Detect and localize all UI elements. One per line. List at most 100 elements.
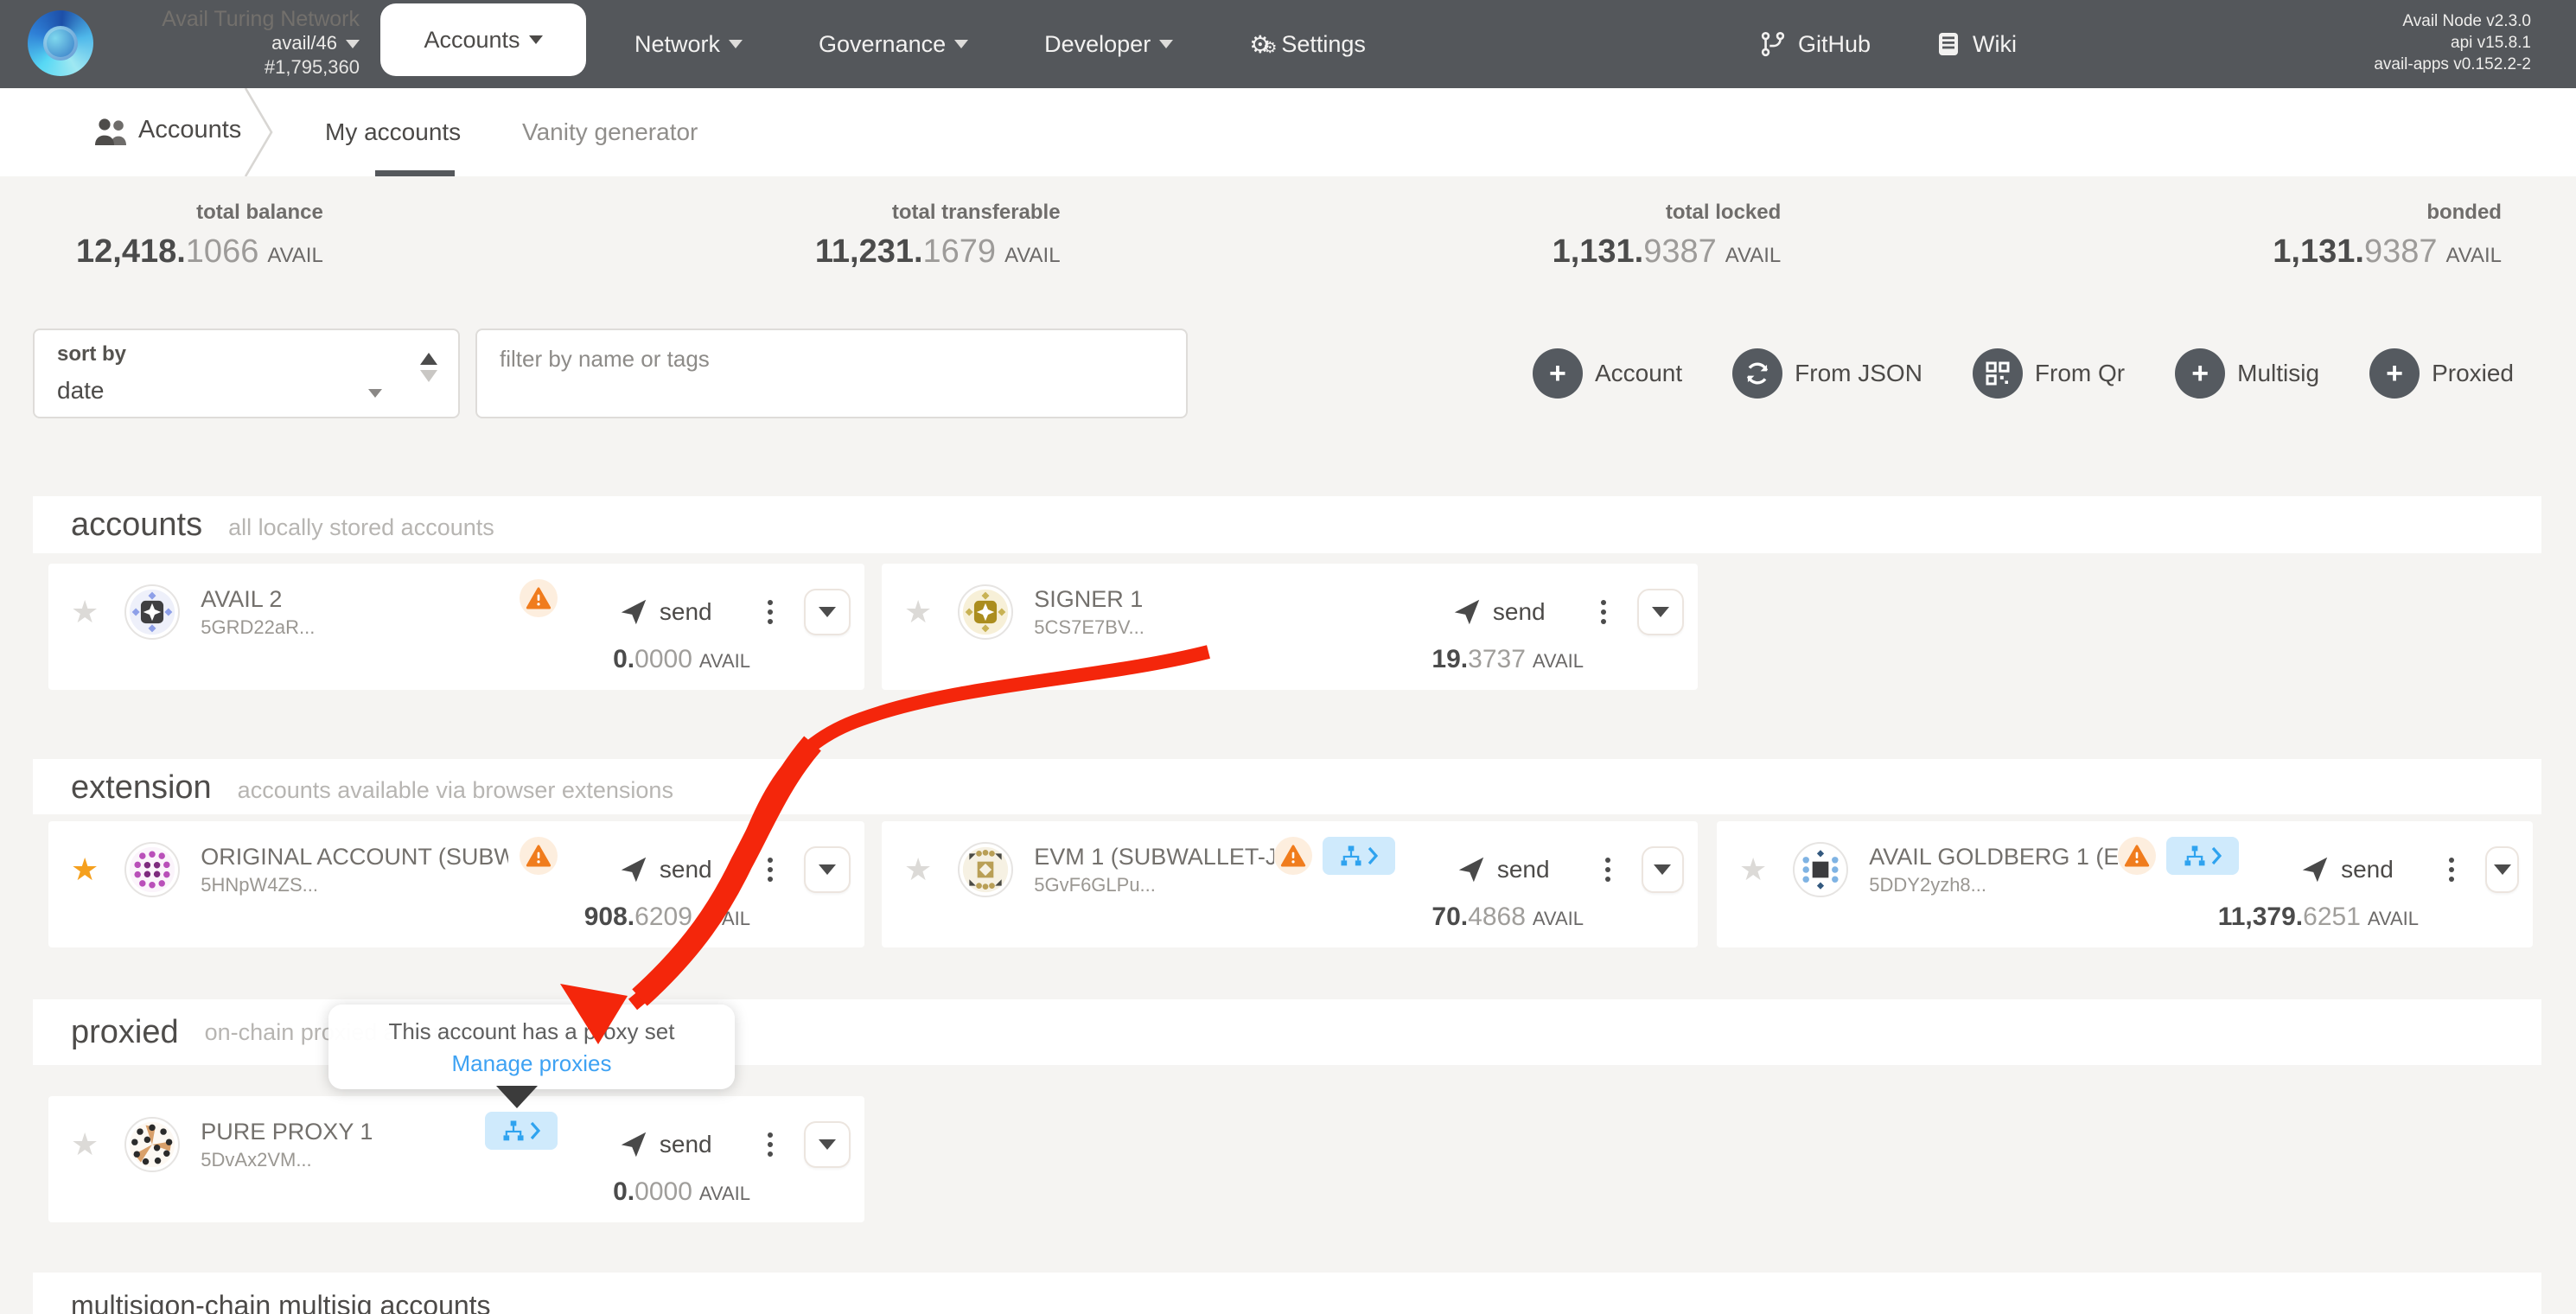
chevron-down-icon <box>2494 864 2511 875</box>
tab-bar: Accounts My accounts Vanity generator <box>0 88 2576 176</box>
balance-summary: total balance 12,418.1066AVAIL total tra… <box>0 201 2576 271</box>
plus-icon: + <box>2175 348 2225 399</box>
chevron-down-icon <box>954 40 968 48</box>
expand-button[interactable] <box>2485 846 2519 893</box>
account-balance: 908.6209AVAIL <box>584 903 750 932</box>
section-label: Accounts <box>138 116 241 144</box>
plus-icon: + <box>2369 348 2420 399</box>
account-name: PURE PROXY 1 <box>201 1119 373 1145</box>
send-plane-icon <box>620 1131 647 1158</box>
proxy-badge[interactable] <box>2166 837 2239 875</box>
add-account-button[interactable]: +Account <box>1533 348 1682 399</box>
account-card: ★ SIGNER 1 5CS7E7BV... send <box>882 564 1698 690</box>
chevron-down-icon <box>819 607 836 617</box>
chevron-right-icon <box>530 1121 540 1140</box>
more-menu-button[interactable] <box>1597 596 1610 628</box>
warning-icon[interactable] <box>2118 837 2156 875</box>
account-card: ★ PURE PROXY 1 5DvAx2VM.. <box>48 1096 864 1222</box>
tooltip-text: This account has a proxy set <box>342 1018 721 1045</box>
restore-json-button[interactable]: From JSON <box>1732 348 1922 399</box>
identicon[interactable] <box>1793 842 1848 897</box>
more-menu-button[interactable] <box>764 854 776 885</box>
plus-icon: + <box>1533 348 1583 399</box>
warning-icon[interactable] <box>520 837 558 875</box>
send-button[interactable]: send <box>620 1131 712 1158</box>
send-button[interactable]: send <box>620 598 712 626</box>
sort-desc-icon <box>420 370 437 382</box>
expand-button[interactable] <box>804 589 851 635</box>
sitemap-icon <box>502 1119 525 1142</box>
menu-developer[interactable]: Developer <box>1044 31 1173 58</box>
accounts-people-icon <box>93 118 131 147</box>
send-button[interactable]: send <box>1457 856 1550 883</box>
tab-vanity-generator[interactable]: Vanity generator <box>522 88 698 176</box>
favorite-star-icon[interactable]: ★ <box>71 596 99 628</box>
send-button[interactable]: send <box>2301 856 2394 883</box>
menu-settings[interactable]: ⚙⚙Settings <box>1249 30 1366 59</box>
send-button[interactable]: send <box>1453 598 1546 626</box>
identicon[interactable] <box>958 584 1013 640</box>
sort-direction-toggle[interactable] <box>420 353 437 382</box>
version-info: Avail Node v2.3.0 api v15.8.1 avail-apps… <box>2374 10 2531 75</box>
favorite-star-icon[interactable]: ★ <box>71 854 99 885</box>
more-menu-button[interactable] <box>2445 854 2458 885</box>
network-info[interactable]: Avail Turing Network avail/46 #1,795,360 <box>104 7 360 80</box>
send-plane-icon <box>620 856 647 883</box>
send-button[interactable]: send <box>620 856 712 883</box>
expand-button[interactable] <box>1642 846 1684 893</box>
expand-button[interactable] <box>804 1121 851 1168</box>
sync-icon <box>1732 348 1782 399</box>
expand-button[interactable] <box>1637 589 1684 635</box>
identicon[interactable] <box>958 842 1013 897</box>
manage-proxies-link[interactable]: Manage proxies <box>342 1050 721 1077</box>
account-card: ★ AVAIL 2 5GRD22aR... <box>48 564 864 690</box>
network-name: Avail Turing Network <box>104 7 360 31</box>
add-multisig-button[interactable]: +Multisig <box>2175 348 2319 399</box>
more-menu-button[interactable] <box>764 596 776 628</box>
account-card: ★ AVAIL GOLDBERG 1 (EXTENSI… 5DDY2yzh8..… <box>1717 821 2533 947</box>
send-plane-icon <box>620 598 647 626</box>
expand-button[interactable] <box>804 846 851 893</box>
warning-icon[interactable] <box>1274 837 1312 875</box>
tab-my-accounts[interactable]: My accounts <box>325 88 461 176</box>
stat-total-transferable: total transferable 11,231.1679AVAIL <box>815 201 1061 271</box>
proxy-badge[interactable] <box>485 1112 558 1150</box>
more-menu-button[interactable] <box>764 1129 776 1160</box>
warning-icon[interactable] <box>520 579 558 617</box>
identicon[interactable] <box>124 1117 180 1172</box>
more-menu-button[interactable] <box>1602 854 1614 885</box>
favorite-star-icon[interactable]: ★ <box>904 596 932 628</box>
proxy-badge[interactable] <box>1323 837 1395 875</box>
identicon[interactable] <box>124 584 180 640</box>
sort-by-dropdown[interactable]: sort by date <box>33 328 460 418</box>
add-qr-button[interactable]: From Qr <box>1973 348 2125 399</box>
favorite-star-icon[interactable]: ★ <box>1739 854 1767 885</box>
identicon[interactable] <box>124 842 180 897</box>
menu-governance[interactable]: Governance <box>819 31 968 58</box>
section-header-extension: extension accounts available via browser… <box>33 759 2541 814</box>
account-balance: 0.0000AVAIL <box>613 1177 750 1207</box>
account-balance: 70.4868AVAIL <box>1431 903 1584 932</box>
github-link[interactable]: GitHub <box>1760 0 1871 88</box>
favorite-star-icon[interactable]: ★ <box>904 854 932 885</box>
account-address: 5GRD22aR... <box>201 616 315 639</box>
wiki-link[interactable]: Wiki <box>1936 0 2017 88</box>
qr-icon <box>1973 348 2023 399</box>
menu-accounts-active[interactable]: Accounts <box>380 3 586 76</box>
proxy-tooltip: This account has a proxy set Manage prox… <box>328 1005 735 1089</box>
account-address: 5DvAx2VM... <box>201 1149 373 1171</box>
favorite-star-icon[interactable]: ★ <box>71 1129 99 1160</box>
account-name: AVAIL GOLDBERG 1 (EXTENSI… <box>1869 844 2118 871</box>
block-number: #1,795,360 <box>104 55 360 80</box>
avail-logo[interactable] <box>28 10 93 76</box>
account-address: 5HNpW4ZS... <box>201 874 508 896</box>
menu-network[interactable]: Network <box>634 31 743 58</box>
stat-bonded: bonded 1,131.9387AVAIL <box>2273 201 2502 271</box>
active-tab-underline <box>375 170 455 176</box>
chevron-right-icon <box>2211 846 2222 865</box>
account-card: ★ EVM 1 (SUBWALLET-JS) <box>882 821 1698 947</box>
add-proxied-button[interactable]: +Proxied <box>2369 348 2514 399</box>
account-address: 5CS7E7BV... <box>1034 616 1145 639</box>
chevron-down-icon <box>346 40 360 48</box>
filter-input[interactable] <box>475 328 1188 418</box>
